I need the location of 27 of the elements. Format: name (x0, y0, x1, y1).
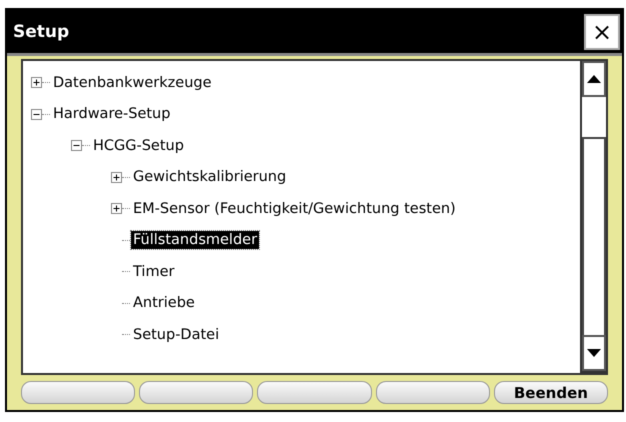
scroll-down-button[interactable] (582, 335, 606, 371)
expand-icon[interactable] (111, 172, 122, 183)
function-button[interactable] (257, 381, 372, 404)
tree-item[interactable]: Hardware-Setup (51, 105, 172, 124)
close-button[interactable]: × (584, 14, 620, 50)
tree-item[interactable]: Setup-Datei (131, 326, 222, 344)
function-button[interactable] (376, 381, 490, 404)
collapse-icon[interactable] (31, 108, 42, 120)
expand-icon[interactable] (111, 203, 122, 214)
collapse-icon[interactable] (71, 140, 82, 152)
tree-item[interactable]: Datenbankwerkzeuge (51, 74, 214, 92)
tree-item[interactable]: Füllstandsmelder (131, 231, 260, 250)
scroll-thumb[interactable] (582, 137, 606, 335)
tree-item[interactable]: Timer (131, 262, 176, 281)
exit-button[interactable]: Beenden (494, 381, 608, 404)
tree-item[interactable]: Antriebe (131, 294, 197, 312)
function-button[interactable] (21, 381, 136, 404)
down-arrow-icon (587, 349, 601, 357)
tree-item[interactable]: Gewichtskalibrierung (131, 168, 288, 186)
tree-item[interactable]: EM-Sensor (Feuchtigkeit/Gewichtung testen) (131, 200, 458, 218)
expand-icon[interactable] (31, 77, 42, 88)
tree-item[interactable]: HCGG-Setup (91, 136, 186, 155)
scrollbar[interactable] (580, 61, 608, 373)
window-title: Setup (13, 22, 70, 42)
function-button[interactable] (139, 381, 254, 404)
up-arrow-icon (587, 75, 601, 83)
scroll-up-button[interactable] (582, 61, 606, 97)
